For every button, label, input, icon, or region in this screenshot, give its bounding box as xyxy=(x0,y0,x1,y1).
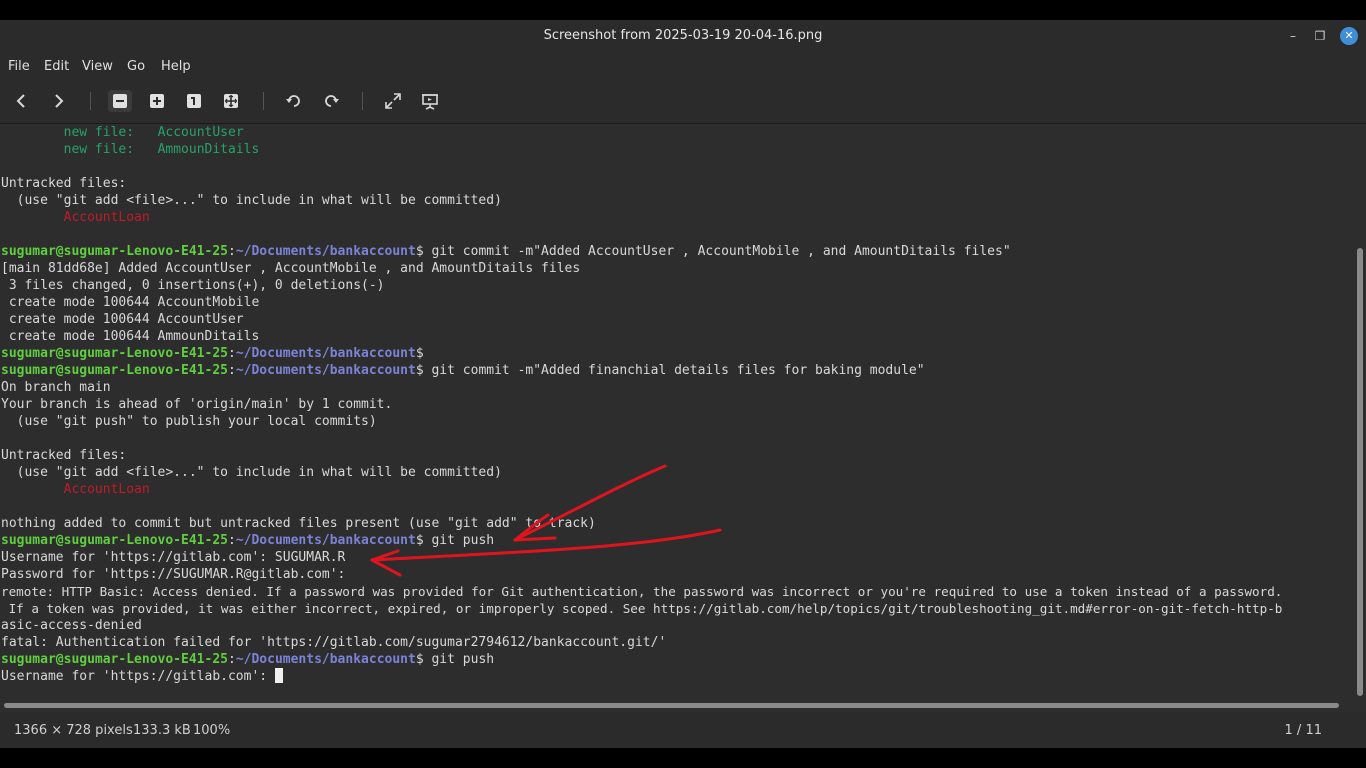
menu-go[interactable]: Go xyxy=(127,59,145,74)
terminal-line: [main 81dd68e] Added AccountUser , Accou… xyxy=(1,261,581,276)
menu-edit[interactable]: Edit xyxy=(44,59,69,74)
untracked-file-name: AccountLoan xyxy=(63,210,150,225)
rotate-right-button[interactable] xyxy=(319,90,343,112)
title-bar: Screenshot from 2025-03-19 20-04-16.png … xyxy=(0,20,1366,52)
terminal-command: $ git commit -m"Added financhial details… xyxy=(415,363,925,378)
menu-help[interactable]: Help xyxy=(161,59,191,74)
zoom-in-button[interactable] xyxy=(145,90,169,112)
prompt-path: ~/Documents/bankaccount xyxy=(235,363,416,378)
terminal-command: $ git push xyxy=(415,533,495,548)
staged-file-label: new file: xyxy=(63,125,135,140)
terminal-output: new file: AccountUser new file: AmmounDi… xyxy=(1,125,1283,684)
terminal-line: Untracked files: xyxy=(1,176,127,191)
prompt-path: ~/Documents/bankaccount xyxy=(235,533,416,548)
minimize-button[interactable]: – xyxy=(1284,27,1302,45)
prompt-path: ~/Documents/bankaccount xyxy=(235,346,416,361)
menu-file[interactable]: File xyxy=(8,59,30,74)
system-bottom-bar xyxy=(0,748,1366,768)
zoom-out-icon xyxy=(113,94,127,108)
zoom-level: 100% xyxy=(193,723,231,738)
zoom-fit-icon xyxy=(224,94,238,108)
image-canvas[interactable]: new file: AccountUser new file: AmmounDi… xyxy=(0,124,1366,712)
terminal-line: Untracked files: xyxy=(1,448,127,463)
zoom-in-icon xyxy=(150,94,164,108)
toolbar-separator xyxy=(362,92,363,110)
terminal-line: (use "git add <file>..." to include in w… xyxy=(1,193,502,208)
prompt-user: sugumar@sugumar-Lenovo-E41-25 xyxy=(1,244,228,259)
prompt-user: sugumar@sugumar-Lenovo-E41-25 xyxy=(1,346,228,361)
terminal-line: 3 files changed, 0 insertions(+), 0 dele… xyxy=(1,278,385,293)
close-button[interactable]: ✕ xyxy=(1340,27,1358,45)
staged-file-name: AccountUser xyxy=(157,125,244,140)
file-size: 133.3 kB xyxy=(133,723,191,738)
staged-file-label: new file: xyxy=(63,142,135,157)
vertical-scrollbar[interactable] xyxy=(1357,124,1363,696)
chevron-right-icon xyxy=(55,94,64,108)
terminal-line: create mode 100644 AmmounDitails xyxy=(1,329,260,344)
terminal-line: Password for 'https://SUGUMAR.R@gitlab.c… xyxy=(1,567,346,582)
terminal-command: $ git push xyxy=(415,652,495,667)
rotate-left-icon xyxy=(286,95,300,107)
slideshow-button[interactable] xyxy=(418,90,442,112)
maximize-button[interactable]: ❐ xyxy=(1311,27,1329,45)
untracked-file-name: AccountLoan xyxy=(63,482,150,497)
fullscreen-icon xyxy=(385,93,401,109)
menu-view[interactable]: View xyxy=(82,59,113,74)
terminal-command: $ git commit -m"Added AccountUser , Acco… xyxy=(415,244,1011,259)
terminal-line: (use "git add <file>..." to include in w… xyxy=(1,465,502,480)
terminal-line: asic-access-denied xyxy=(1,618,142,633)
terminal-line: create mode 100644 AccountMobile xyxy=(1,295,260,310)
toolbar xyxy=(0,80,1366,124)
prompt-user: sugumar@sugumar-Lenovo-E41-25 xyxy=(1,363,228,378)
terminal-line: Username for 'https://gitlab.com': xyxy=(1,669,275,684)
prompt-path: ~/Documents/bankaccount xyxy=(235,652,416,667)
status-bar: 1366 × 728 pixels 133.3 kB 100% 1 / 11 xyxy=(0,712,1366,748)
terminal-line: create mode 100644 AccountUser xyxy=(1,312,244,327)
terminal-line: (use "git push" to publish your local co… xyxy=(1,414,377,429)
terminal-line: fatal: Authentication failed for 'https:… xyxy=(1,635,667,650)
zoom-normal-button[interactable] xyxy=(182,90,206,112)
prompt-user: sugumar@sugumar-Lenovo-E41-25 xyxy=(1,533,228,548)
prompt-user: sugumar@sugumar-Lenovo-E41-25 xyxy=(1,652,228,667)
window-title: Screenshot from 2025-03-19 20-04-16.png xyxy=(543,28,823,43)
rotate-left-button[interactable] xyxy=(282,90,306,112)
best-fit-button[interactable] xyxy=(219,90,243,112)
terminal-command: $ xyxy=(415,346,424,361)
vertical-scroll-thumb[interactable] xyxy=(1357,248,1363,696)
staged-file-name: AmmounDitails xyxy=(157,142,260,157)
horizontal-scrollbar[interactable] xyxy=(4,703,1339,708)
system-top-bar xyxy=(0,0,1366,20)
chevron-left-icon xyxy=(16,94,25,108)
zoom-out-button[interactable] xyxy=(108,90,132,112)
terminal-cursor xyxy=(274,668,283,683)
terminal-line: If a token was provided, it was either i… xyxy=(1,601,1283,616)
menu-bar: File Edit View Go Help xyxy=(0,52,1366,80)
image-position: 1 / 11 xyxy=(1284,723,1322,738)
terminal-line: On branch main xyxy=(1,380,111,395)
zoom-original-icon xyxy=(187,94,201,108)
next-button[interactable] xyxy=(46,90,70,112)
toolbar-separator xyxy=(90,92,91,110)
terminal-line: Your branch is ahead of 'origin/main' by… xyxy=(1,397,393,412)
slideshow-icon xyxy=(422,94,438,110)
prompt-path: ~/Documents/bankaccount xyxy=(235,244,416,259)
image-dimensions: 1366 × 728 pixels xyxy=(14,723,133,738)
previous-button[interactable] xyxy=(10,90,34,112)
fullscreen-button[interactable] xyxy=(381,90,405,112)
terminal-line: remote: HTTP Basic: Access denied. If a … xyxy=(1,584,1283,599)
terminal-line: Username for 'https://gitlab.com': SUGUM… xyxy=(1,550,346,565)
rotate-right-icon xyxy=(325,95,339,107)
terminal-line: nothing added to commit but untracked fi… xyxy=(1,516,596,531)
toolbar-separator xyxy=(263,92,264,110)
